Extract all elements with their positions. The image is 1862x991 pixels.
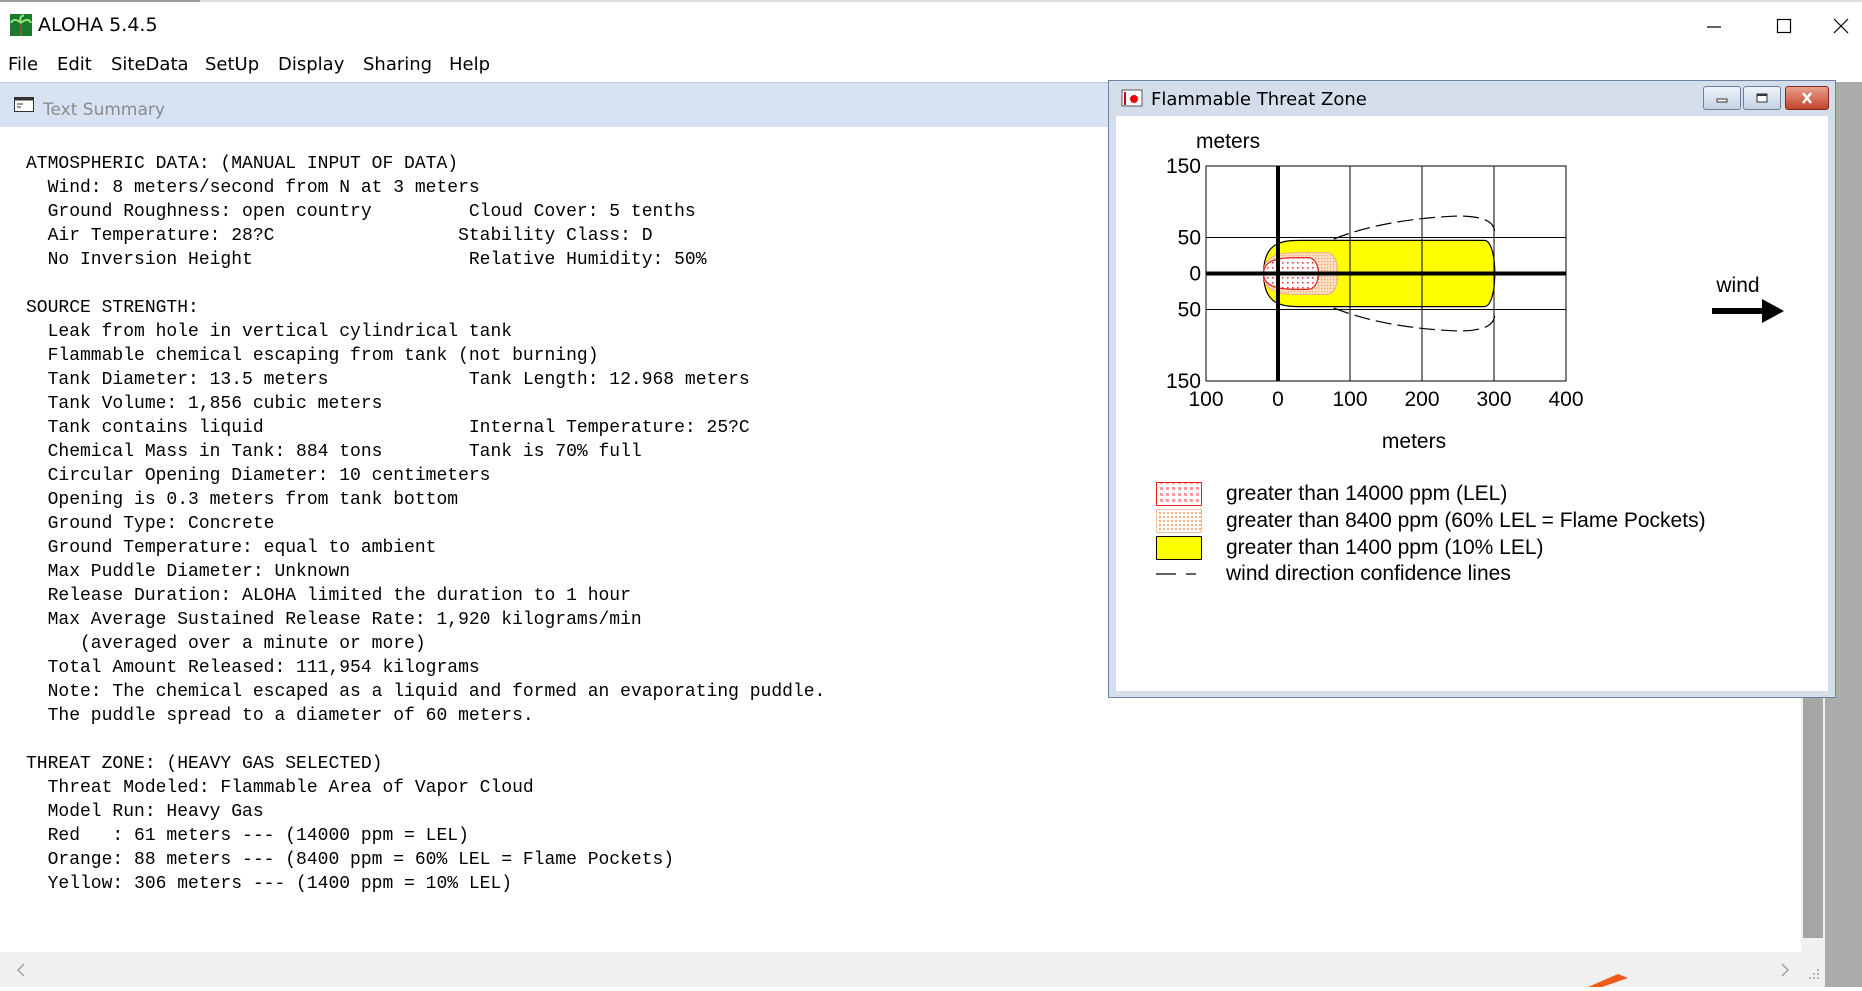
- chevron-right-icon[interactable]: [1774, 960, 1794, 980]
- summary-line: Opening is 0.3 meters from tank bottom: [26, 490, 459, 510]
- app-title-bar: ALOHA 5.4.5: [0, 0, 1862, 50]
- menu-setup[interactable]: SetUp: [205, 54, 259, 75]
- x-tick-label: 200: [1404, 388, 1439, 411]
- document-icon: [14, 97, 34, 112]
- summary-line: Red : 61 meters --- (14000 ppm = LEL): [26, 826, 469, 846]
- resize-grip[interactable]: [1801, 952, 1825, 987]
- plot-grid: [1205, 165, 1567, 382]
- legend-item-red: greater than 14000 ppm (LEL): [1156, 480, 1507, 508]
- y-tick-label: 50: [1178, 299, 1201, 322]
- threat-zone-icon: [1121, 89, 1143, 107]
- y-tick-label: 0: [1189, 263, 1201, 286]
- chevron-left-icon[interactable]: [12, 960, 32, 980]
- maximize-button[interactable]: [1754, 8, 1814, 44]
- summary-line: Air Temperature: 28?C Stability Class: D: [26, 226, 653, 246]
- summary-line: Orange: 88 meters --- (8400 ppm = 60% LE…: [26, 850, 675, 870]
- close-button[interactable]: [1820, 8, 1862, 44]
- menu-sharing[interactable]: Sharing: [363, 54, 432, 75]
- summary-line: ATMOSPHERIC DATA: (MANUAL INPUT OF DATA): [26, 154, 459, 174]
- summary-line: SOURCE STRENGTH:: [26, 298, 199, 318]
- x-tick-label: 100: [1188, 388, 1223, 411]
- summary-line: The puddle spread to a diameter of 60 me…: [26, 706, 534, 726]
- horizontal-scrollbar[interactable]: [0, 952, 1801, 987]
- summary-line: Tank contains liquid Internal Temperatur…: [26, 418, 750, 438]
- summary-line: No Inversion Height Relative Humidity: 5…: [26, 250, 707, 270]
- legend-label-red: greater than 14000 ppm (LEL): [1226, 482, 1508, 505]
- threat-zone-title: Flammable Threat Zone: [1151, 89, 1367, 110]
- wind-label: wind: [1715, 274, 1759, 297]
- legend-swatch-orange: [1156, 509, 1202, 533]
- text-summary-title: Text Summary: [43, 100, 165, 120]
- summary-line: Wind: 8 meters/second from N at 3 meters: [26, 178, 480, 198]
- summary-line: Flammable chemical escaping from tank (n…: [26, 346, 599, 366]
- x-axis-label: meters: [1382, 430, 1446, 453]
- restore-icon: [1756, 93, 1768, 103]
- flammable-threat-zone-window: Flammable Threat Zone meters 150 50 0 50 150…: [1108, 80, 1836, 698]
- x-tick-label: 300: [1476, 388, 1511, 411]
- summary-line: Ground Type: Concrete: [26, 514, 275, 534]
- threat-zone-close-button[interactable]: [1785, 86, 1829, 110]
- summary-line: Note: The chemical escaped as a liquid a…: [26, 682, 826, 702]
- y-tick-label: 50: [1178, 227, 1201, 250]
- y-tick-label: 150: [1166, 155, 1201, 178]
- summary-line: THREAT ZONE: (HEAVY GAS SELECTED): [26, 754, 383, 774]
- summary-line: Model Run: Heavy Gas: [26, 802, 264, 822]
- cursor-pointer-icon: [1588, 974, 1628, 987]
- summary-line: Chemical Mass in Tank: 884 tons Tank is …: [26, 442, 642, 462]
- menu-file[interactable]: File: [8, 54, 38, 75]
- legend-swatch-yellow: [1156, 536, 1202, 560]
- legend-swatch-dashed: [1156, 573, 1196, 575]
- close-icon: [1802, 92, 1812, 104]
- threat-zone-minimize-button[interactable]: [1703, 86, 1741, 110]
- resize-grip-icon: [1809, 969, 1819, 979]
- threat-zone-restore-button[interactable]: [1743, 86, 1781, 110]
- taskbar-tab-edge: [0, 0, 200, 2]
- threat-zone-client-area: meters 150 50 0 50 150 100 0 100 200 300 400 mete…: [1116, 116, 1828, 691]
- summary-line: Ground Roughness: open country Cloud Cov…: [26, 202, 696, 222]
- y-axis-label: meters: [1196, 130, 1260, 153]
- palm-tree-icon: [10, 14, 32, 36]
- menu-display[interactable]: Display: [278, 54, 344, 75]
- minimize-icon: [1716, 98, 1728, 103]
- x-tick-label: 400: [1548, 388, 1583, 411]
- minimize-icon: [1707, 26, 1721, 28]
- menu-sitedata[interactable]: SiteData: [111, 54, 189, 75]
- x-tick-label: 100: [1332, 388, 1367, 411]
- legend-item-confidence-lines: wind direction confidence lines: [1156, 560, 1511, 588]
- x-tick-labels: 100 0 100 200 300 400: [1188, 388, 1583, 411]
- minimize-button[interactable]: [1684, 8, 1744, 44]
- maximize-icon: [1776, 18, 1792, 34]
- summary-line: Yellow: 306 meters --- (1400 ppm = 10% L…: [26, 874, 513, 894]
- summary-line: Max Average Sustained Release Rate: 1,92…: [26, 610, 642, 630]
- summary-line: Tank Volume: 1,856 cubic meters: [26, 394, 383, 414]
- legend-swatch-red: [1156, 482, 1202, 506]
- summary-line: Threat Modeled: Flammable Area of Vapor …: [26, 778, 534, 798]
- menu-help[interactable]: Help: [449, 54, 490, 75]
- summary-line: Total Amount Released: 111,954 kilograms: [26, 658, 480, 678]
- legend-label-confidence-lines: wind direction confidence lines: [1226, 562, 1511, 585]
- top-border: [0, 0, 1862, 2]
- summary-line: (averaged over a minute or more): [26, 634, 426, 654]
- x-tick-label: 0: [1272, 388, 1284, 411]
- legend-item-orange: greater than 8400 ppm (60% LEL = Flame P…: [1156, 507, 1706, 535]
- y-tick-labels: 15050050150: [1166, 155, 1201, 393]
- close-icon: [1833, 18, 1849, 34]
- legend-label-orange: greater than 8400 ppm (60% LEL = Flame P…: [1226, 509, 1706, 532]
- wind-arrow-icon: [1712, 299, 1784, 323]
- legend-label-yellow: greater than 1400 ppm (10% LEL): [1226, 536, 1544, 559]
- app-title: ALOHA 5.4.5: [38, 14, 158, 36]
- summary-line: Circular Opening Diameter: 10 centimeter…: [26, 466, 491, 486]
- summary-line: Ground Temperature: equal to ambient: [26, 538, 437, 558]
- summary-line: Tank Diameter: 13.5 meters Tank Length: …: [26, 370, 750, 390]
- summary-line: Leak from hole in vertical cylindrical t…: [26, 322, 513, 342]
- legend-item-yellow: greater than 1400 ppm (10% LEL): [1156, 534, 1544, 562]
- menu-edit[interactable]: Edit: [57, 54, 92, 75]
- summary-line: Release Duration: ALOHA limited the dura…: [26, 586, 631, 606]
- summary-line: Max Puddle Diameter: Unknown: [26, 562, 351, 582]
- menu-bar: File Edit SiteData SetUp Display Sharing…: [0, 50, 1862, 82]
